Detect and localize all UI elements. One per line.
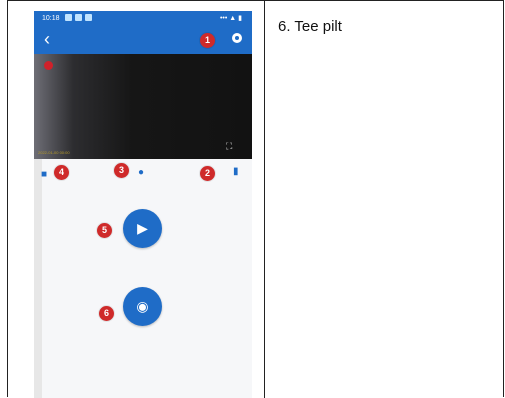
callout-badge-1: 1: [200, 33, 215, 48]
callout-badge-5: 5: [97, 223, 112, 238]
signal-battery-icons: ••• ▲ ▮: [219, 15, 242, 22]
sd-card-icon[interactable]: ▮: [233, 166, 239, 177]
video-record-icon: ▶: [137, 220, 148, 236]
notification-icons: [65, 14, 92, 21]
phone-screenshot: 10:18 ••• ▲ ▮ ‹ 2022-01-00 00:00 ⛶ ■ ● ▮…: [34, 11, 252, 398]
callout-badge-6: 6: [99, 306, 114, 321]
step-caption: 6. Tee pilt: [278, 18, 342, 35]
column-divider: [264, 1, 265, 398]
callout-badge-4: 4: [54, 165, 69, 180]
take-photo-button[interactable]: ◉: [123, 287, 162, 326]
callout-badge-2: 2: [200, 166, 215, 181]
recording-indicator: [44, 61, 53, 70]
video-timestamp: 2022-01-00 00:00: [38, 150, 70, 155]
video-preview: 2022-01-00 00:00 ⛶: [34, 54, 252, 159]
camera-icon: ◉: [136, 298, 149, 314]
app-bar: ‹: [34, 27, 252, 54]
status-bar: 10:18 ••• ▲ ▮: [34, 11, 252, 27]
microphone-icon[interactable]: ●: [138, 167, 144, 178]
fullscreen-icon[interactable]: ⛶: [226, 141, 237, 152]
callout-badge-3: 3: [114, 163, 129, 178]
camera-icon[interactable]: ■: [41, 169, 47, 180]
video-record-button[interactable]: ▶: [123, 209, 162, 248]
status-time: 10:18: [42, 15, 60, 22]
left-strip: [34, 159, 42, 398]
gear-icon[interactable]: [232, 33, 242, 43]
document-table: 10:18 ••• ▲ ▮ ‹ 2022-01-00 00:00 ⛶ ■ ● ▮…: [7, 0, 504, 398]
back-icon[interactable]: ‹: [44, 29, 50, 49]
